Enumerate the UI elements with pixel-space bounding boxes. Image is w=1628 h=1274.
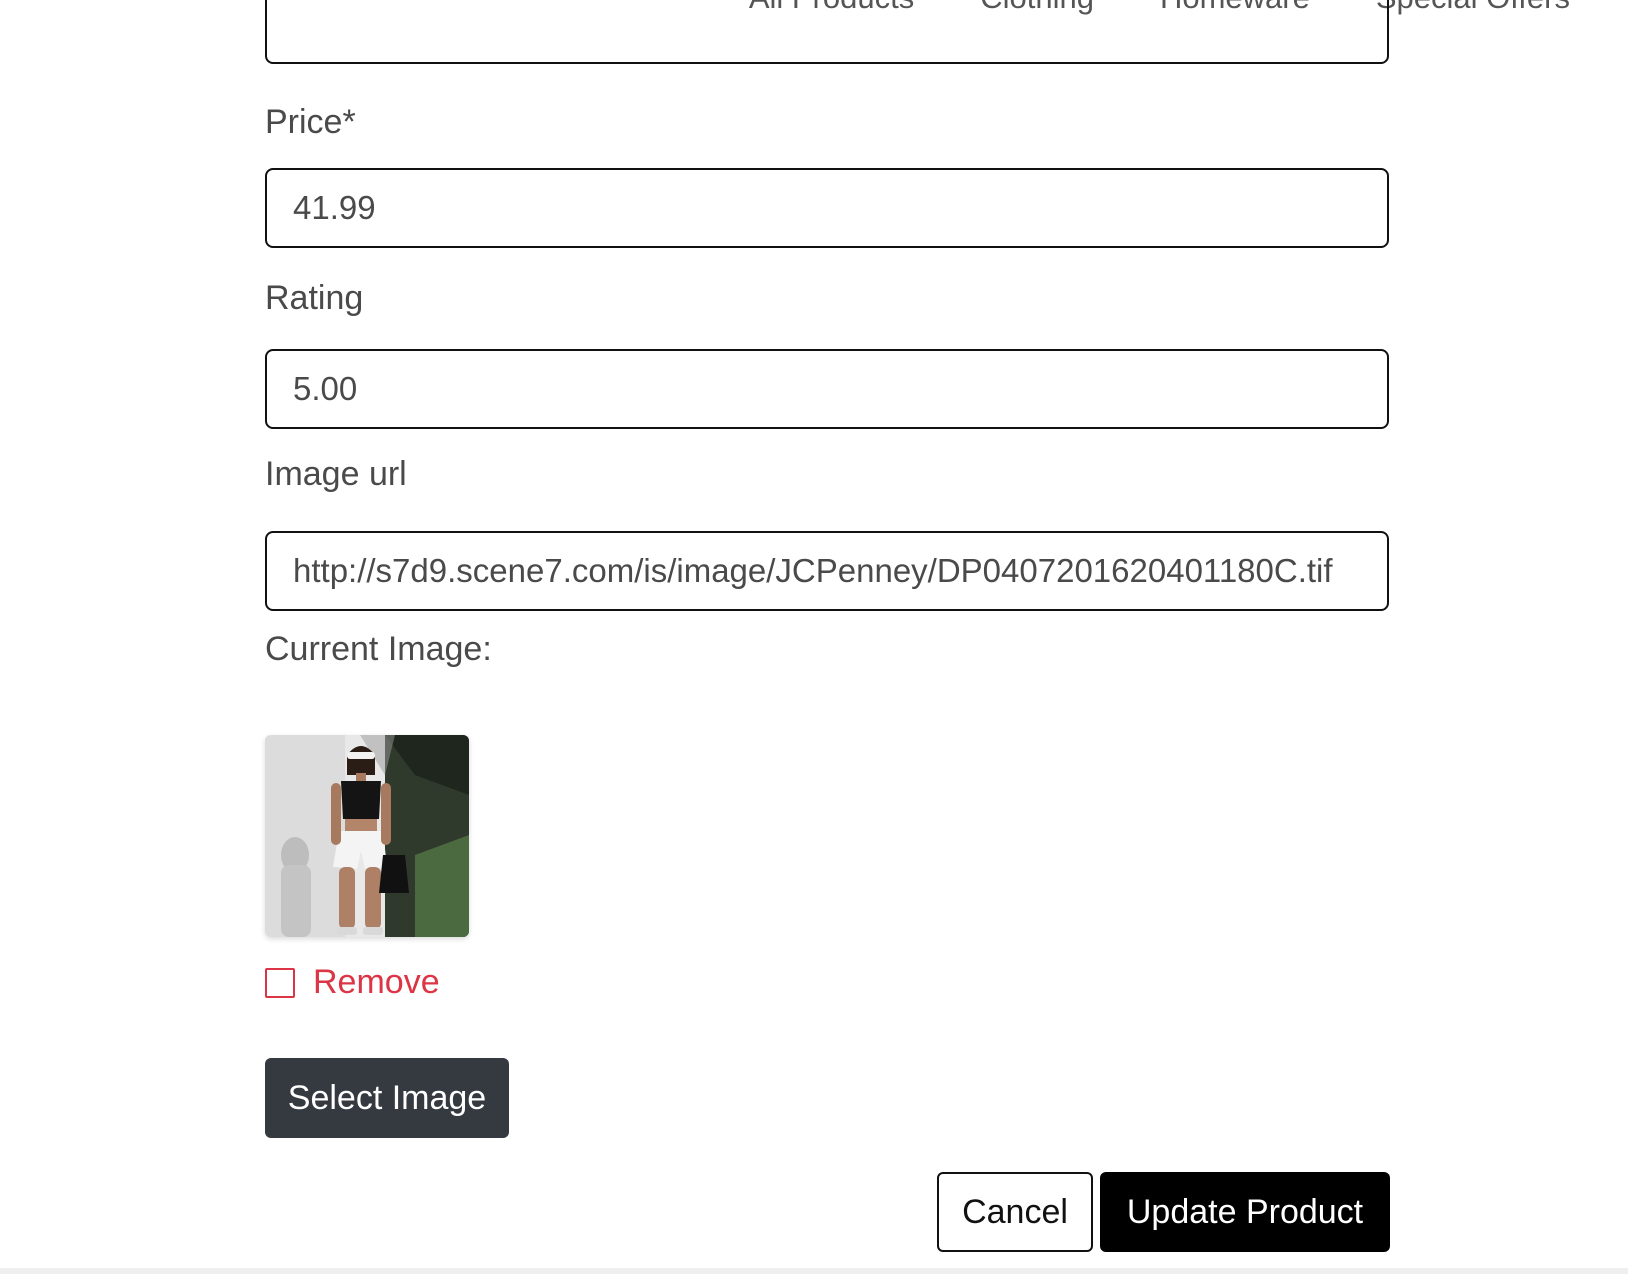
edit-product-page: All Products Clothing Homeware Special O…: [0, 0, 1628, 1274]
select-image-button[interactable]: Select Image: [265, 1058, 509, 1138]
price-label: Price*: [265, 103, 356, 141]
previous-field[interactable]: [265, 0, 1389, 64]
nav-special-offers[interactable]: Special Offers: [1376, 0, 1570, 16]
price-input[interactable]: [265, 168, 1389, 248]
current-image-thumbnail: [265, 735, 469, 937]
current-image-label: Current Image:: [265, 630, 492, 668]
image-url-input[interactable]: [265, 531, 1389, 611]
remove-image-toggle[interactable]: Remove: [265, 963, 440, 1002]
rating-label: Rating: [265, 279, 364, 317]
image-url-label: Image url: [265, 455, 407, 493]
remove-checkbox[interactable]: [265, 967, 295, 998]
footer-divider: [0, 1268, 1628, 1274]
remove-label: Remove: [313, 963, 440, 1001]
rating-input[interactable]: [265, 349, 1389, 429]
cancel-button[interactable]: Cancel: [937, 1172, 1093, 1252]
update-product-button[interactable]: Update Product: [1100, 1172, 1390, 1252]
